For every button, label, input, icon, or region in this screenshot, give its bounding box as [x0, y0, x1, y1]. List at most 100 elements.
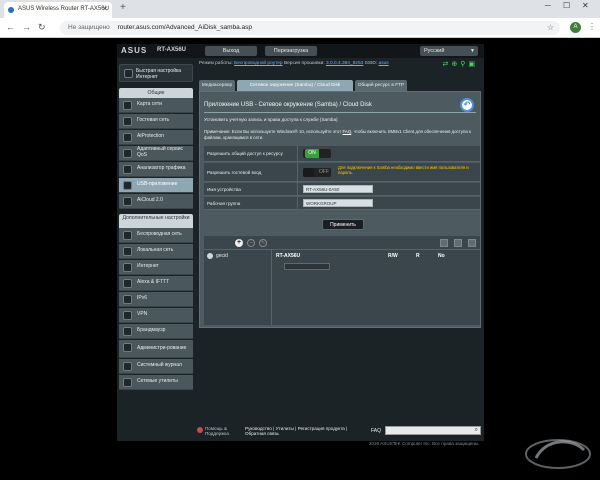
sidebar-item-firewall[interactable]: Брандмауэр — [119, 324, 193, 339]
profile-avatar[interactable]: A — [570, 22, 581, 33]
sidebar-item-label: Гостевая сеть — [137, 117, 170, 124]
sidebar-item-network-tools[interactable]: Сетевые утилиты — [119, 375, 193, 390]
sidebar-item-label: Сетевые утилиты — [137, 378, 178, 385]
advanced-header: Дополнительные настройки — [119, 214, 193, 228]
sidebar-item-administration[interactable]: Администри-рование — [119, 340, 193, 358]
ipv6-icon — [123, 295, 132, 304]
account-name: gecid — [216, 253, 228, 259]
sidebar-item-label: Брандмауэр — [137, 327, 166, 334]
sidebar-item-label: Администри-рование — [137, 344, 187, 351]
share-tree: gecid RT-AX56U R/W R No — [204, 250, 480, 325]
language-value: Русский — [424, 48, 445, 54]
asus-favicon-icon — [8, 7, 14, 13]
quick-setup-label: Быстрая настройка Интернет — [136, 68, 182, 80]
sidebar-quick-setup[interactable]: Быстрая настройка Интернет — [119, 64, 193, 82]
apply-button[interactable]: Применить — [322, 219, 364, 230]
device-root[interactable]: RT-AX56U — [276, 253, 300, 259]
bookmark-star-icon[interactable]: ☆ — [547, 23, 554, 32]
share-row: Разрешить общий доступ к ресурсу ON — [204, 146, 480, 162]
language-select[interactable]: Русский ▼ — [420, 46, 478, 56]
usb-icon — [123, 181, 132, 190]
tab-ftp[interactable]: Общий ресурс в FTP — [355, 80, 407, 91]
firmware-link[interactable]: 3.0.0.4.384_8253 — [326, 61, 363, 66]
reboot-button[interactable]: Перезагрузка — [265, 46, 317, 56]
chevron-down-icon: ▼ — [470, 48, 475, 54]
sidebar-item-qos[interactable]: Адаптивный сервис QoS — [119, 146, 193, 161]
minimize-icon[interactable]: ─ — [545, 1, 551, 10]
ssid-link[interactable]: asus — [379, 61, 389, 66]
sidebar-item-wan[interactable]: Интернет — [119, 260, 193, 275]
rename-folder-icon[interactable] — [468, 239, 476, 247]
sidebar-item-system-log[interactable]: Системный журнал — [119, 359, 193, 374]
browser-tab[interactable]: ASUS Wireless Router RT-AX56U ✕ — [4, 2, 112, 18]
back-icon[interactable]: ← — [6, 22, 15, 32]
sidebar-item-label: VPN — [137, 311, 148, 318]
workgroup-input[interactable]: WORKGROUP — [303, 199, 373, 207]
globe-icon — [123, 263, 132, 272]
wifi-icon — [123, 231, 132, 240]
remove-account-icon[interactable]: − — [247, 239, 255, 247]
device-name-input[interactable]: RT-AX56U-0A50 — [303, 185, 373, 193]
maximize-icon[interactable]: ☐ — [563, 1, 570, 10]
samba-panel: Приложение USB - Сетевое окружение (Samb… — [199, 91, 481, 328]
faq-search-input[interactable]: ⌕ — [385, 426, 481, 435]
add-account-icon[interactable]: + — [235, 239, 243, 247]
sidebar-item-ipv6[interactable]: IPv6 — [119, 292, 193, 307]
window-close-icon[interactable]: ✕ — [582, 1, 589, 10]
sidebar-item-lan[interactable]: Локальная сеть — [119, 244, 193, 259]
sidebar-item-wireless[interactable]: Беспроводная сеть — [119, 228, 193, 243]
model-name: RT-AX56U — [157, 47, 187, 53]
account-item[interactable]: gecid — [207, 253, 228, 259]
share-toggle[interactable]: ON — [303, 149, 331, 158]
guest-network-icon — [123, 117, 132, 126]
sidebar-item-label: Анализатор трафика — [137, 165, 186, 172]
sidebar-item-vpn[interactable]: VPN — [119, 308, 193, 323]
sidebar-item-alexa[interactable]: Alexa & IFTTT — [119, 276, 193, 291]
shield-icon — [123, 133, 132, 142]
panel-note: Примечание: Если Вы используете Windows®… — [204, 129, 476, 140]
faq-link[interactable]: FAQ — [342, 129, 351, 134]
close-tab-icon[interactable]: ✕ — [102, 5, 108, 13]
reload-icon[interactable]: ↻ — [38, 22, 46, 33]
status-icons: ⇄⊕⚲▣ — [442, 60, 478, 68]
help-label: Помощь & Поддержка — [205, 426, 229, 437]
forward-icon[interactable]: → — [22, 22, 31, 32]
edit-account-icon[interactable]: ✎ — [259, 239, 267, 247]
sidebar-item-label: AiCloud 2.0 — [137, 197, 163, 204]
back-arrow-icon[interactable]: ↶ — [460, 98, 474, 112]
firmware-label: Версия прошивки: — [283, 61, 325, 66]
browser-menu-icon[interactable]: ⋮ — [588, 22, 596, 31]
tab-samba[interactable]: Сетевое окружение (Samba) / Cloud Disk — [237, 80, 353, 91]
tab-media-server[interactable]: Медиасервер — [199, 80, 235, 91]
router-page: ASUS RT-AX56U Выход Перезагрузка Русский… — [117, 44, 484, 441]
sidebar-item-label: AiProtection — [137, 133, 164, 140]
logout-button[interactable]: Выход — [205, 46, 257, 56]
perm-r-header: R — [416, 253, 420, 259]
app-icon[interactable]: ▣ — [468, 61, 478, 68]
sidebar-item-network-map[interactable]: Карта сети — [119, 98, 193, 113]
help-support[interactable]: Помощь & Поддержка — [197, 426, 235, 437]
sidebar-item-label: USB-приложение — [137, 181, 178, 188]
mode-link[interactable]: Беспроводной роутер — [234, 61, 283, 66]
wizard-icon — [124, 69, 133, 78]
status-bar: Режим работы: Беспроводной роутер Версия… — [199, 61, 484, 71]
new-tab-button[interactable]: + — [120, 2, 126, 13]
sidebar-item-label: IPv6 — [137, 295, 148, 302]
sidebar-item-traffic-analyzer[interactable]: Анализатор трафика — [119, 162, 193, 177]
footer: Помощь & Поддержка Руководство | Утилиты… — [197, 426, 484, 441]
title-divider — [204, 112, 476, 113]
guest-toggle[interactable]: OFF — [303, 168, 331, 177]
add-folder-icon[interactable] — [440, 239, 448, 247]
globe-icon[interactable]: ⊕ — [451, 61, 460, 68]
sidebar-item-usb-application[interactable]: USB-приложение — [119, 178, 193, 193]
sidebar-item-guest-network[interactable]: Гостевая сеть — [119, 114, 193, 129]
delete-folder-icon[interactable] — [454, 239, 462, 247]
footer-links[interactable]: Руководство | Утилиты | Регистрация прод… — [245, 426, 355, 437]
log-icon — [123, 362, 132, 371]
search-icon[interactable]: ⌕ — [475, 427, 478, 434]
device-name-row: Имя устройства RT-AX56U-0A50 — [204, 183, 480, 196]
url-input[interactable]: Не защищено router.asus.com/Advanced_AiD… — [60, 21, 560, 35]
sidebar-item-aicloud[interactable]: AiCloud 2.0 — [119, 194, 193, 209]
tab-title: ASUS Wireless Router RT-AX56U — [18, 6, 109, 12]
sidebar-item-aiprotection[interactable]: AiProtection — [119, 130, 193, 145]
